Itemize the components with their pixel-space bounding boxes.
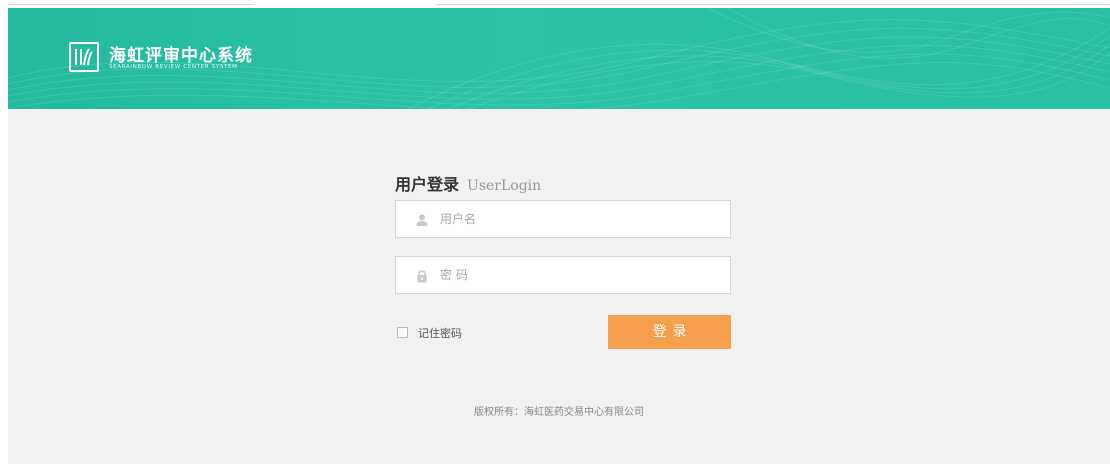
- top-divider-left: [8, 4, 254, 5]
- searainbow-logo-icon: [69, 42, 99, 72]
- top-border: [8, 0, 1110, 8]
- top-divider-right: [436, 4, 1110, 5]
- system-subtitle: SEARAINBOW REVIEW CENTER SYSTEM: [109, 64, 238, 70]
- password-input[interactable]: [440, 265, 720, 285]
- system-title: 海虹评审中心系统: [109, 46, 253, 66]
- login-heading-en: UserLogin: [467, 178, 542, 194]
- login-heading-cn: 用户登录: [395, 175, 460, 194]
- username-input[interactable]: [440, 209, 720, 229]
- username-field[interactable]: [395, 200, 731, 238]
- remember-checkbox[interactable]: [397, 327, 408, 338]
- logo-glyph: [75, 48, 93, 66]
- copyright-text: 版权所有：海虹医药交易中心有限公司: [474, 407, 644, 418]
- header-banner: 海虹评审中心系统 SEARAINBOW REVIEW CENTER SYSTEM: [8, 8, 1110, 109]
- password-field[interactable]: [395, 256, 731, 294]
- login-button[interactable]: 登录: [608, 315, 731, 349]
- remember-password[interactable]: 记住密码: [397, 322, 462, 341]
- remember-label: 记住密码: [418, 326, 462, 340]
- user-icon: [416, 214, 428, 226]
- lock-icon: [417, 270, 427, 283]
- login-page: 海虹评审中心系统 SEARAINBOW REVIEW CENTER SYSTEM…: [8, 0, 1110, 464]
- login-heading: 用户登录 UserLogin: [395, 171, 541, 195]
